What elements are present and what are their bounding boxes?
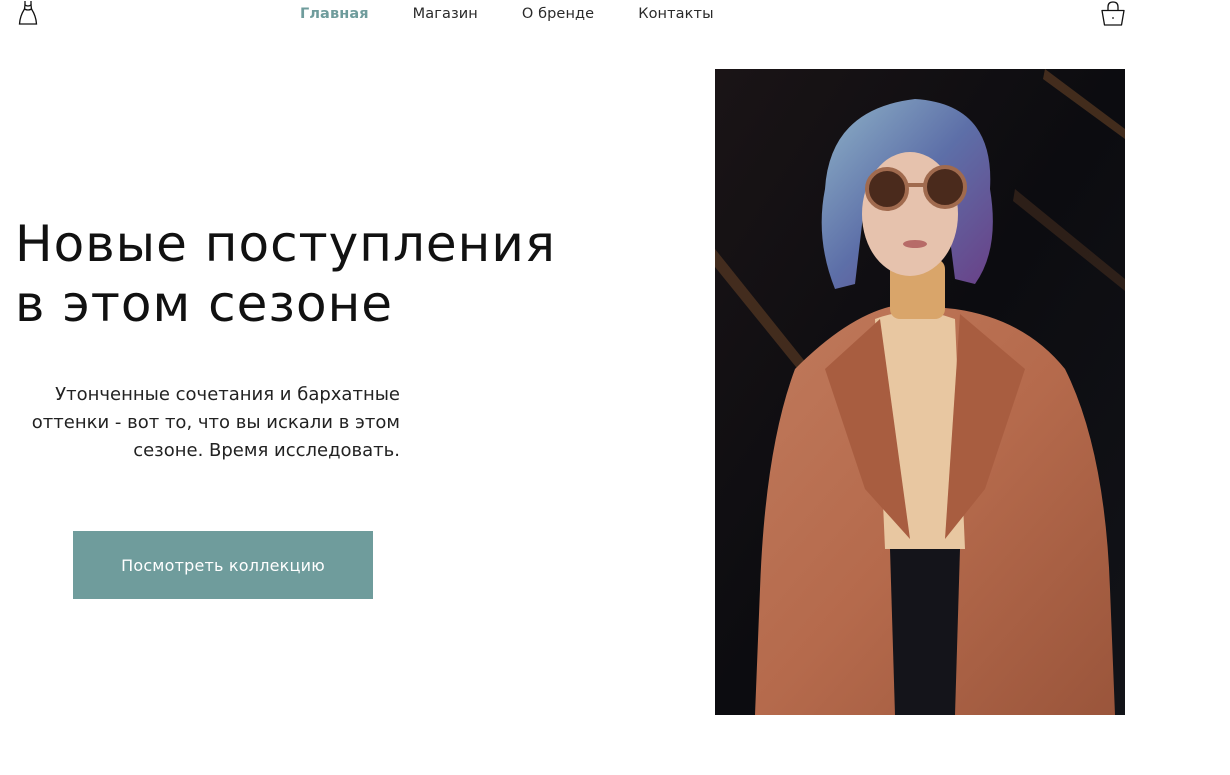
hero-photo-illustration [715, 69, 1125, 715]
dress-icon[interactable] [16, 0, 40, 26]
hero-photo [715, 69, 1125, 715]
nav-item-about[interactable]: О бренде [522, 4, 594, 24]
hero-subtitle-line: Утонченные сочетания и бархатные [55, 384, 400, 405]
hero-title: Новые поступления в этом сезоне [15, 214, 615, 334]
hero-subtitle-line: оттенки - вот то, что вы искали в этом [31, 412, 400, 433]
hero-title-line: в этом сезоне [15, 275, 394, 333]
view-collection-button[interactable]: Посмотреть коллекцию [73, 531, 373, 599]
hero-subtitle: Утонченные сочетания и бархатные оттенки… [15, 381, 400, 465]
shopping-basket-icon[interactable] [1099, 0, 1127, 28]
nav-item-shop[interactable]: Магазин [413, 4, 478, 24]
nav-item-contacts[interactable]: Контакты [638, 4, 713, 24]
hero-subtitle-line: сезоне. Время исследовать. [133, 440, 400, 461]
hero-title-line: Новые поступления [15, 215, 556, 273]
main-nav: Главная Магазин О бренде Контакты [300, 4, 758, 24]
page: Главная Магазин О бренде Контакты Новые … [0, 0, 1230, 775]
nav-item-home[interactable]: Главная [300, 4, 369, 24]
